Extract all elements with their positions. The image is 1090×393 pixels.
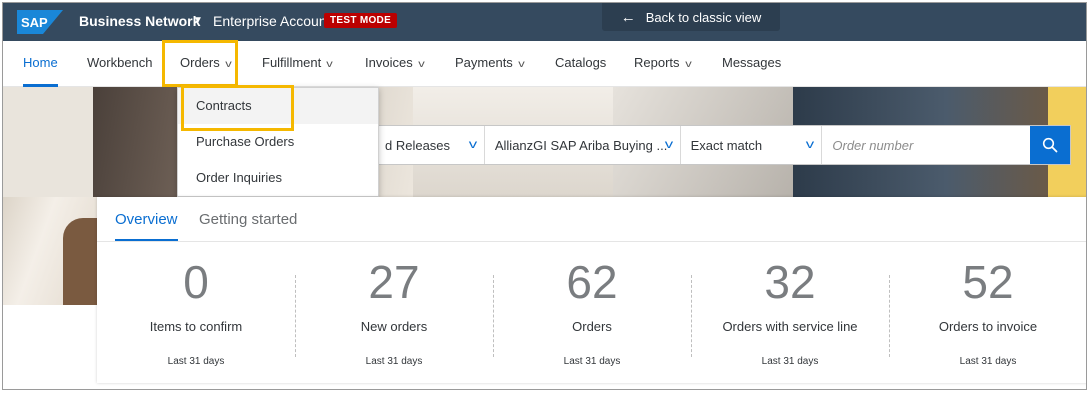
order-number-input[interactable]: Order number <box>822 126 1030 164</box>
stat-label: Orders <box>572 319 612 334</box>
caret-down-icon[interactable]: ▼ <box>193 15 203 26</box>
search-button[interactable] <box>1030 126 1070 164</box>
stat-period: Last 31 days <box>959 356 1017 367</box>
stat-value: 32 <box>764 256 816 308</box>
nav-home[interactable]: Home <box>23 41 58 87</box>
chevron-down-icon: v <box>518 59 525 70</box>
buyer-value: AllianzGI SAP Ariba Buying ... <box>494 137 668 153</box>
stat-value: 27 <box>368 256 420 308</box>
nav-label: Reports <box>634 55 680 70</box>
contracts-highlight-box <box>181 85 294 131</box>
divider <box>97 241 1086 242</box>
app-window: SAP Business Network ▼ Enterprise Accoun… <box>2 2 1087 390</box>
search-icon <box>1042 137 1058 153</box>
background-photo <box>63 218 97 305</box>
arrow-left-icon: ← <box>620 8 636 26</box>
overview-card: Overview Getting started 0 Items to conf… <box>97 197 1086 383</box>
nav-invoices[interactable]: Invoices v <box>365 41 424 87</box>
nav-label: Messages <box>722 55 782 70</box>
nav-fulfillment[interactable]: Fulfillment v <box>262 41 334 87</box>
stat-label: New orders <box>360 319 428 334</box>
back-to-classic-label: Back to classic view <box>645 9 762 25</box>
stat-orders-to-invoice[interactable]: 52 Orders to invoice Last 31 days <box>889 256 1086 367</box>
nav-label: Catalogs <box>555 55 607 70</box>
match-type-value: Exact match <box>690 137 763 153</box>
nav-payments[interactable]: Payments v <box>455 41 525 87</box>
menu-item-order-inquiries[interactable]: Order Inquiries <box>178 160 378 196</box>
nav-label: Workbench <box>87 55 153 70</box>
stat-orders-with-service-line[interactable]: 32 Orders with service line Last 31 days <box>691 257 889 367</box>
orders-highlight-box <box>162 40 238 87</box>
nav-reports[interactable]: Reports v <box>634 41 691 87</box>
stat-period: Last 31 days <box>761 356 819 367</box>
nav-catalogs[interactable]: Catalogs <box>555 41 606 87</box>
nav-messages[interactable]: Messages <box>722 41 781 87</box>
test-mode-badge: TEST MODE <box>324 13 398 28</box>
stat-label: Items to confirm <box>149 319 243 334</box>
nav-workbench[interactable]: Workbench <box>87 41 153 87</box>
svg-text:SAP: SAP <box>21 15 48 30</box>
stat-period: Last 31 days <box>563 356 621 367</box>
stat-label: Orders to invoice <box>938 319 1038 334</box>
nav-label: Payments <box>455 55 513 70</box>
stat-value: 0 <box>183 256 209 308</box>
stat-label: Orders with service line <box>722 319 858 334</box>
account-type: Enterprise Account <box>213 13 331 29</box>
match-type-select[interactable]: Exact match v <box>681 126 823 164</box>
tab-getting-started[interactable]: Getting started <box>199 211 297 241</box>
stat-period: Last 31 days <box>365 356 423 367</box>
nav-label: Home <box>23 55 58 70</box>
stat-period: Last 31 days <box>167 356 225 367</box>
stat-value: 52 <box>962 256 1014 308</box>
stat-new-orders[interactable]: 27 New orders Last 31 days <box>295 257 493 367</box>
stat-items-to-confirm[interactable]: 0 Items to confirm Last 31 days <box>97 257 295 367</box>
chevron-down-icon: v <box>806 137 815 151</box>
stat-value: 62 <box>566 256 618 308</box>
stat-orders[interactable]: 62 Orders Last 31 days <box>493 257 691 367</box>
nav-label: Fulfillment <box>262 55 322 70</box>
chevron-down-icon: v <box>684 59 692 70</box>
buyer-select[interactable]: AllianzGI SAP Ariba Buying ... v <box>485 126 681 164</box>
chevron-down-icon: v <box>417 59 425 70</box>
document-type-select[interactable]: d Releases v <box>379 126 485 164</box>
chevron-down-icon: v <box>326 59 334 70</box>
chevron-down-icon: v <box>468 137 478 151</box>
order-search-bar: d Releases v AllianzGI SAP Ariba Buying … <box>378 125 1071 165</box>
nav-label: Invoices <box>365 55 413 70</box>
sap-logo[interactable]: SAP <box>17 10 63 34</box>
shell-bar: SAP Business Network ▼ Enterprise Accoun… <box>3 3 1086 41</box>
tab-overview[interactable]: Overview <box>115 211 178 241</box>
brand-name[interactable]: Business Network <box>79 13 200 29</box>
order-number-placeholder: Order number <box>832 137 914 153</box>
chevron-down-icon: v <box>664 137 673 151</box>
document-type-value: d Releases <box>385 137 451 153</box>
back-to-classic-button[interactable]: ← Back to classic view <box>602 3 780 31</box>
